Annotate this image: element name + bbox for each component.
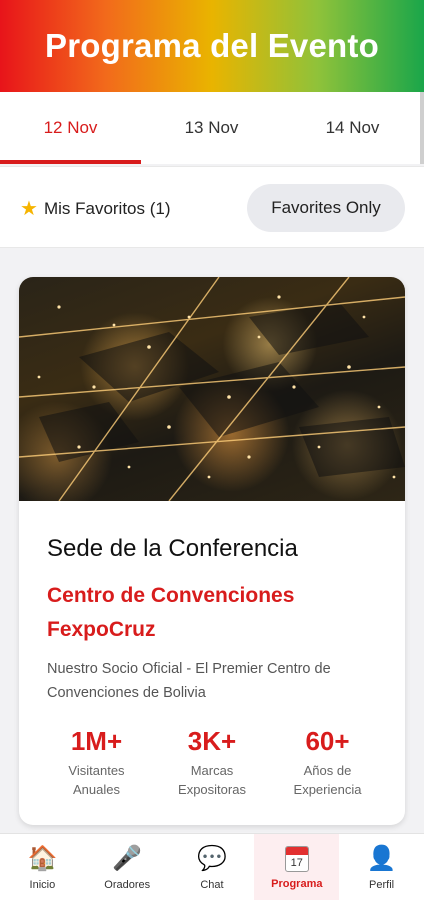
stat-brands: 3K+ Marcas Expositoras <box>155 725 270 805</box>
date-tabs: 12 Nov 13 Nov 14 Nov <box>0 92 424 164</box>
microphone-icon: 🎤 <box>112 844 143 872</box>
nav-item-perfil[interactable]: 👤 Perfil <box>339 834 424 900</box>
stat-label-line: Marcas <box>190 763 234 778</box>
stat-label-line: Visitantes <box>68 763 125 778</box>
tab-13-nov[interactable]: 13 Nov <box>141 92 282 164</box>
venue-card[interactable]: Sede de la Conferencia Centro de Convenc… <box>19 277 405 825</box>
nav-item-inicio[interactable]: 🏠 Inicio <box>0 834 85 900</box>
user-icon: 👤 <box>366 844 397 872</box>
venue-description: Nuestro Socio Oficial - El Premier Centr… <box>47 661 331 701</box>
stat-visitors: 1M+ Visitantes Anuales <box>39 725 154 805</box>
stat-value: 3K+ <box>187 726 237 756</box>
nav-item-oradores[interactable]: 🎤 Oradores <box>85 834 170 900</box>
app-header: Programa del Evento <box>0 0 424 92</box>
stat-label: Visitantes Anuales <box>39 761 154 799</box>
nav-label: Chat <box>200 878 224 891</box>
chat-bubble-icon: 💬 <box>197 844 227 872</box>
nav-label: Perfil <box>369 878 395 891</box>
star-icon: ★ <box>20 198 38 220</box>
nav-item-programa[interactable]: 17 Programa <box>254 834 340 900</box>
venue-name-line1: Centro de Convenciones <box>47 584 295 607</box>
tab-14-nov[interactable]: 14 Nov <box>282 92 423 164</box>
calendar-icon: 17 <box>284 845 309 872</box>
stat-label: Marcas Expositoras <box>155 761 270 799</box>
calendar-icon-header <box>285 846 308 855</box>
tabs-scroll-indicator <box>420 92 424 164</box>
nav-item-chat[interactable]: 💬 Chat <box>170 834 255 900</box>
venue-stats: 1M+ Visitantes Anuales 3K+ Marcas Exposi… <box>39 725 385 805</box>
favorites-count-label: Mis Favoritos (1) <box>43 198 171 218</box>
stat-experience: 60+ Años de Experiencia <box>270 725 385 805</box>
nav-label: Programa <box>271 877 323 890</box>
stat-label-line: Experiencia <box>293 782 362 797</box>
favorites-summary: ★ Mis Favoritos (1) <box>20 196 171 221</box>
stat-label-line: Años de <box>303 763 352 778</box>
stat-label-line: Anuales <box>73 782 120 797</box>
home-icon: 🏠 <box>27 844 58 872</box>
nav-label: Oradores <box>104 878 151 891</box>
bottom-navigation: 🏠 Inicio 🎤 Oradores 💬 Chat 17 Programa 👤… <box>0 833 424 900</box>
nav-label: Inicio <box>29 878 56 891</box>
favorites-bar: ★ Mis Favoritos (1) Favorites Only <box>0 166 424 248</box>
stat-label-line: Expositoras <box>178 782 246 797</box>
favorites-only-button[interactable]: Favorites Only <box>247 184 405 232</box>
venue-aerial-photo <box>19 277 405 501</box>
venue-name: Centro de Convenciones FexpoCruz <box>47 579 377 647</box>
venue-name-line2: FexpoCruz <box>47 618 156 641</box>
tab-12-nov[interactable]: 12 Nov <box>0 92 141 164</box>
stat-value: 60+ <box>305 726 350 756</box>
photo-city-lights <box>19 277 405 501</box>
venue-section-title: Sede de la Conferencia <box>47 535 298 562</box>
calendar-icon-day: 17 <box>290 856 303 869</box>
page-title: Programa del Evento <box>45 27 379 64</box>
stat-value: 1M+ <box>70 726 123 756</box>
stat-label: Años de Experiencia <box>270 761 385 799</box>
